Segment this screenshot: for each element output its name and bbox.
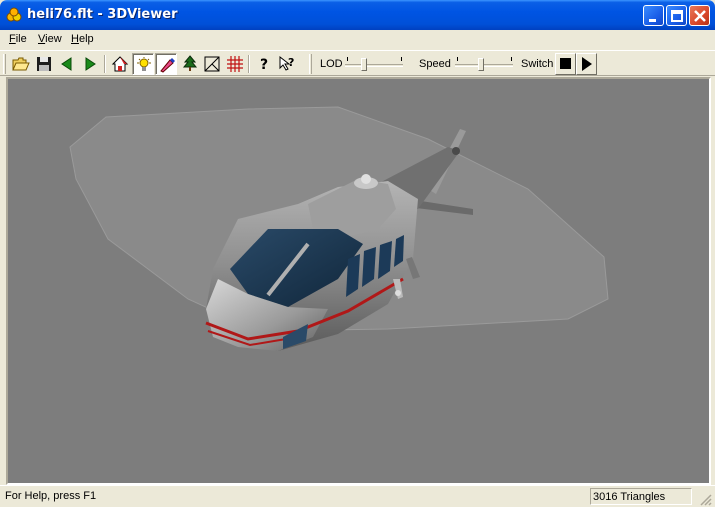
menu-help-accel: H (71, 33, 79, 45)
menu-file-accel: F (9, 33, 16, 45)
close-button[interactable] (689, 5, 710, 26)
window-title: heli76.flt - 3DViewer (27, 7, 178, 22)
speed-slider-track (455, 64, 513, 67)
menu-view-label: iew (45, 33, 62, 45)
tree-icon (182, 55, 198, 71)
context-help-button[interactable]: ? (276, 53, 298, 75)
resize-grip-icon[interactable] (700, 494, 712, 506)
open-folder-icon (12, 57, 30, 71)
home-button[interactable] (109, 53, 131, 75)
close-icon (694, 10, 706, 22)
title-bar[interactable]: heli76.flt - 3DViewer (0, 0, 715, 30)
menu-file-label: ile (15, 33, 27, 45)
menu-file[interactable]: File (9, 33, 27, 45)
play-icon (582, 57, 592, 71)
save-disk-icon (37, 57, 51, 71)
perspective-button[interactable] (201, 53, 223, 75)
3d-viewport[interactable] (8, 79, 709, 483)
lod-slider[interactable] (343, 55, 405, 73)
forward-button[interactable] (79, 53, 101, 75)
back-arrow-icon (61, 57, 72, 71)
slider-tick (457, 57, 458, 61)
toolbar-grip[interactable] (3, 54, 6, 74)
status-bar: For Help, press F1 3016 Triangles (0, 485, 715, 507)
tree-button[interactable] (179, 53, 201, 75)
switch-label: Switch (521, 58, 554, 70)
menu-help[interactable]: Help (71, 33, 94, 45)
help-button[interactable]: ? (253, 53, 275, 75)
toolbar: ? ? LOD Speed Switch (0, 50, 715, 76)
app-icon (6, 7, 22, 22)
save-button[interactable] (33, 53, 55, 75)
status-help-text: For Help, press F1 (5, 490, 97, 502)
grid-button[interactable] (224, 53, 246, 75)
menu-view[interactable]: View (38, 33, 62, 45)
speed-label: Speed (419, 58, 451, 70)
svg-text:?: ? (288, 56, 294, 69)
lod-slider-track (345, 64, 403, 67)
menu-bar: File View Help (0, 30, 715, 49)
forward-arrow-icon (85, 57, 96, 71)
lod-label: LOD (320, 58, 343, 70)
triangle-count-pane: 3016 Triangles (590, 488, 692, 505)
help-icon: ? (260, 57, 268, 73)
stop-button[interactable] (555, 53, 576, 75)
stop-icon (560, 58, 571, 69)
grid-icon (227, 56, 243, 72)
back-button[interactable] (56, 53, 78, 75)
slider-tick (347, 57, 348, 61)
speed-slider-thumb[interactable] (478, 58, 484, 71)
toolbar-separator-2 (248, 55, 250, 73)
maximize-icon (671, 10, 683, 22)
triangle-count: 3016 Triangles (593, 491, 666, 503)
paint-button[interactable] (155, 53, 177, 75)
slider-tick (401, 57, 402, 61)
slider-tick (511, 57, 512, 61)
open-button[interactable] (10, 53, 32, 75)
helicopter-model (69, 106, 609, 351)
maximize-button[interactable] (666, 5, 687, 26)
paint-icon (160, 58, 175, 73)
home-icon (111, 56, 129, 72)
perspective-icon (204, 56, 220, 72)
minimize-button[interactable] (643, 5, 664, 26)
minimize-icon (649, 19, 656, 22)
toolbar-separator (104, 55, 106, 73)
svg-text:?: ? (260, 57, 268, 73)
light-icon (137, 57, 151, 71)
context-help-icon: ? (279, 55, 294, 71)
lod-slider-thumb[interactable] (361, 58, 367, 71)
toolbar-grip-2[interactable] (309, 54, 312, 74)
speed-slider[interactable] (453, 55, 515, 73)
play-button[interactable] (576, 53, 597, 75)
light-button[interactable] (132, 53, 154, 75)
menu-help-label: elp (78, 33, 94, 45)
